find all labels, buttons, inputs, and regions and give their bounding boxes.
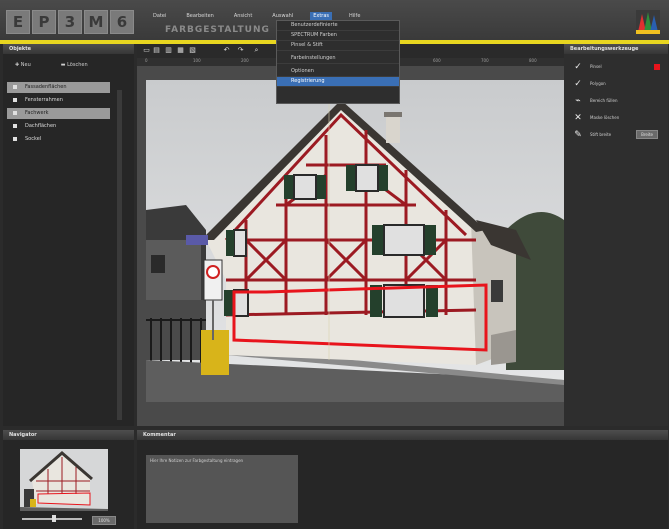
delete-object-button[interactable]: ▬ Löschen bbox=[61, 62, 88, 72]
delete-object-label: Löschen bbox=[67, 62, 88, 68]
color-swatch[interactable] bbox=[654, 63, 660, 70]
navigator-thumbnail[interactable] bbox=[20, 449, 108, 511]
list-item-label: Fachwerk bbox=[25, 110, 49, 116]
brand-logo-icon bbox=[636, 10, 660, 34]
brush-icon: ⌁ bbox=[575, 95, 581, 106]
ruler-tick: 800 bbox=[529, 58, 537, 63]
object-list: Fassadenflächen Fensterrahmen Fachwerk Dach… bbox=[3, 82, 134, 145]
tool-item[interactable]: ✓ Polygon bbox=[564, 75, 668, 92]
print-icon[interactable]: ▧ bbox=[189, 47, 196, 54]
new-file-icon[interactable]: ▭ bbox=[143, 47, 150, 54]
logo-letter: M bbox=[84, 10, 108, 34]
list-item[interactable]: Sockel bbox=[7, 134, 110, 145]
app-logo: EP3M6 bbox=[6, 10, 134, 34]
menu-item[interactable]: Datei bbox=[150, 12, 169, 21]
navigator-zoom-value[interactable]: 100% bbox=[92, 516, 116, 525]
tool-item[interactable]: ✕ Maske löschen bbox=[564, 109, 668, 126]
visibility-checkbox[interactable] bbox=[13, 137, 17, 141]
tool-item[interactable]: ⌁ Bereich füllen bbox=[564, 92, 668, 109]
redo-icon[interactable]: ↷ bbox=[237, 47, 244, 54]
visibility-checkbox[interactable] bbox=[13, 111, 17, 115]
list-item[interactable]: Fassadenflächen bbox=[7, 82, 110, 93]
list-item[interactable]: Fensterrahmen bbox=[7, 95, 110, 106]
tool-label: Stift breite bbox=[590, 132, 612, 137]
check-icon: ✓ bbox=[574, 78, 582, 89]
list-item[interactable]: Fachwerk bbox=[7, 108, 110, 119]
logo-letter: 3 bbox=[58, 10, 82, 34]
save-icon[interactable]: ▥ bbox=[165, 47, 172, 54]
visibility-checkbox[interactable] bbox=[13, 124, 17, 128]
export-icon[interactable]: ▦ bbox=[177, 47, 184, 54]
menu-item[interactable]: Ansicht bbox=[231, 12, 255, 21]
app-subtitle: FARBGESTALTUNG bbox=[165, 25, 270, 35]
visibility-checkbox[interactable] bbox=[13, 85, 17, 89]
tool-item[interactable]: ✓ Pinsel bbox=[564, 58, 668, 75]
ruler-tick: 600 bbox=[433, 58, 441, 63]
visibility-checkbox[interactable] bbox=[13, 98, 17, 102]
list-item[interactable]: Dachflächen bbox=[7, 121, 110, 132]
add-object-label: Neu bbox=[20, 62, 31, 68]
undo-icon[interactable]: ↶ bbox=[223, 47, 230, 54]
navigator-title: Navigator bbox=[3, 430, 134, 440]
house-photo[interactable] bbox=[146, 80, 564, 402]
ruler-tick: 700 bbox=[481, 58, 489, 63]
dropdown-item[interactable]: Pinsel & Stift bbox=[277, 41, 399, 51]
logo-letter: P bbox=[32, 10, 56, 34]
pen-icon: ✎ bbox=[574, 129, 582, 140]
dropdown-item[interactable]: Optionen bbox=[277, 67, 399, 77]
ruler-tick: 200 bbox=[241, 58, 249, 63]
tools-panel-title: Bearbeitungswerkzeuge bbox=[564, 44, 668, 54]
list-item-label: Fassadenflächen bbox=[25, 84, 67, 90]
tool-label: Pinsel bbox=[590, 64, 602, 69]
menu-item[interactable]: Bearbeiten bbox=[183, 12, 216, 21]
ruler-tick: 100 bbox=[193, 58, 201, 63]
zoom-icon[interactable]: ⌕ bbox=[253, 47, 260, 54]
tools-panel: Bearbeitungswerkzeuge ✓ Pinsel ✓ Polygon ⌁ Be… bbox=[564, 44, 668, 426]
list-item-label: Dachflächen bbox=[25, 123, 57, 129]
objects-panel: Objekte ✚ Neu ▬ Löschen Fassadenflächen F… bbox=[3, 44, 134, 426]
dropdown-item[interactable]: Benutzerdefinierte bbox=[277, 21, 399, 31]
list-item-label: Sockel bbox=[25, 136, 42, 142]
logo-letter: 6 bbox=[110, 10, 134, 34]
objects-panel-title: Objekte bbox=[3, 44, 134, 54]
dropdown-item[interactable]: Registrierung bbox=[277, 77, 399, 87]
tool-width-button[interactable]: Breite bbox=[636, 130, 658, 139]
logo-letter: E bbox=[6, 10, 30, 34]
tool-label: Polygon bbox=[590, 81, 606, 86]
navigator-zoom-knob[interactable] bbox=[52, 515, 56, 522]
object-list-scrollbar[interactable] bbox=[117, 90, 122, 420]
dropdown-item[interactable]: SPECTRUM Farben bbox=[277, 31, 399, 41]
list-item-label: Fensterrahmen bbox=[25, 97, 63, 103]
open-icon[interactable]: ▤ bbox=[153, 47, 160, 54]
dropdown-item[interactable]: Farbeinstellungen bbox=[277, 54, 399, 64]
ruler-tick: 0 bbox=[145, 58, 148, 63]
add-object-button[interactable]: ✚ Neu bbox=[15, 62, 31, 72]
check-icon: ✓ bbox=[574, 61, 582, 72]
comment-textarea[interactable]: Hier Ihre Notizen zur Farbgestaltung ein… bbox=[146, 455, 298, 523]
tool-item[interactable]: ✎ Stift breite Breite bbox=[564, 126, 668, 143]
close-icon: ✕ bbox=[574, 112, 582, 123]
extras-dropdown-menu: Benutzerdefinierte SPECTRUM Farben Pinsel … bbox=[276, 20, 400, 104]
comment-title: Kommentar bbox=[137, 430, 668, 440]
tool-label: Bereich füllen bbox=[590, 98, 618, 103]
tool-label: Maske löschen bbox=[590, 115, 620, 120]
